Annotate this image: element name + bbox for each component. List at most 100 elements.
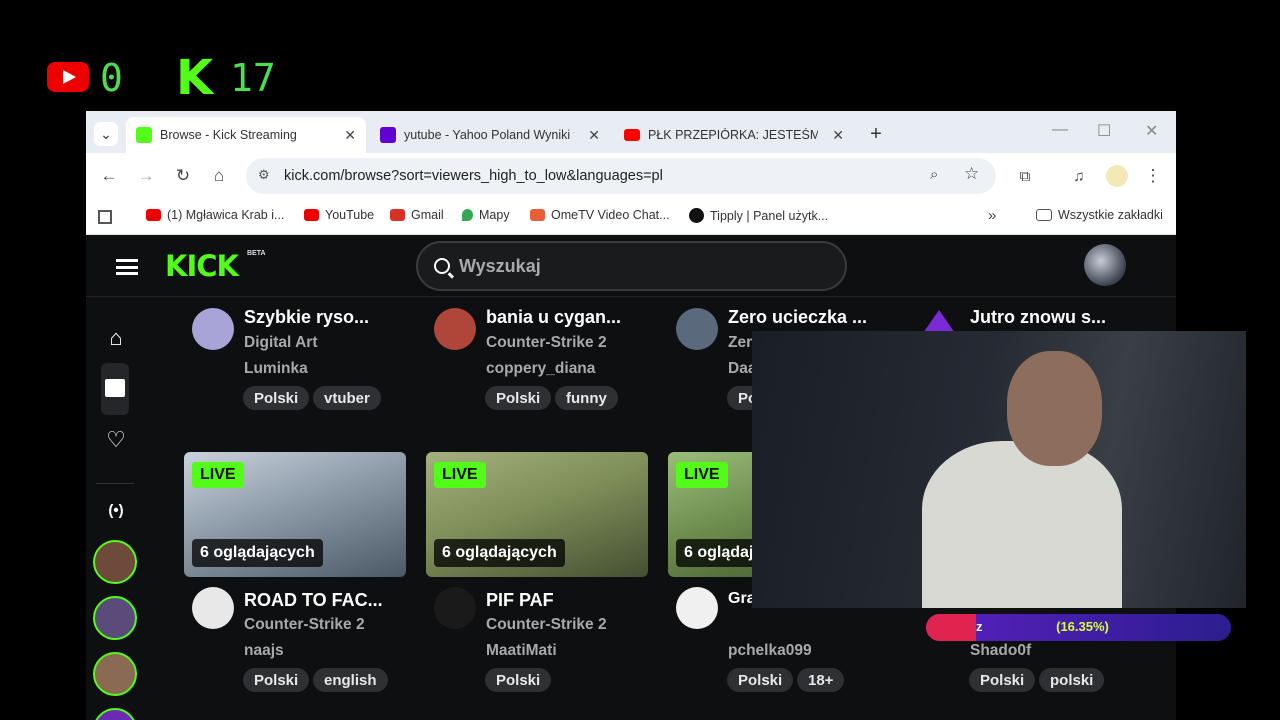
bookmark-star-icon[interactable]: ☆ — [964, 164, 979, 184]
followed-channel-avatar[interactable] — [93, 708, 137, 720]
stream-category[interactable]: Counter-Strike 2 — [244, 616, 365, 634]
stream-category[interactable]: Zer — [728, 334, 752, 352]
apps-grid-icon[interactable] — [98, 210, 112, 224]
search-icon — [434, 258, 450, 274]
zoom-icon[interactable]: ⌕ — [930, 166, 938, 183]
followed-channel-avatar[interactable] — [93, 652, 137, 696]
close-tab-icon[interactable]: ✕ — [344, 127, 356, 144]
hamburger-menu-icon[interactable] — [116, 259, 138, 275]
tag-chip[interactable]: Polski — [727, 668, 794, 692]
channel-name[interactable]: coppery_diana — [486, 360, 595, 378]
maps-icon — [462, 209, 473, 221]
stream-category[interactable]: Counter-Strike 2 — [486, 616, 607, 634]
tag-chip[interactable]: Polski — [485, 386, 552, 410]
sidebar-item-browse[interactable] — [101, 363, 129, 415]
bookmark-item[interactable]: Tipply | Panel użytk... — [689, 208, 828, 223]
tag-chip[interactable]: Polski — [243, 386, 310, 410]
stream-title[interactable]: Zero ucieczka ... — [728, 307, 867, 328]
kick-logo-icon: K — [176, 50, 213, 106]
user-avatar[interactable] — [1084, 244, 1126, 286]
reload-button[interactable]: ↻ — [170, 163, 196, 189]
donation-goal-bar: z (16.35%) — [926, 614, 1231, 641]
browse-icon — [105, 379, 125, 397]
kick-header: KICK BETA Wyszukaj — [86, 235, 1176, 297]
channel-avatar[interactable] — [434, 587, 476, 629]
stream-category[interactable]: Counter-Strike 2 — [486, 334, 607, 352]
channel-name[interactable]: Shado0f — [970, 642, 1031, 660]
channel-avatar[interactable] — [676, 308, 718, 350]
stream-title[interactable]: PIF PAF — [486, 590, 554, 611]
followed-channel-avatar[interactable] — [93, 596, 137, 640]
profile-icon[interactable] — [1106, 165, 1128, 187]
live-broadcast-icon[interactable]: (•) — [103, 497, 129, 523]
heart-icon[interactable]: ♡ — [103, 427, 129, 453]
bookmark-item[interactable]: OmeTV Video Chat... — [530, 208, 670, 222]
site-info-icon[interactable]: ⚙ — [258, 167, 270, 183]
tag-chip[interactable]: english — [313, 668, 388, 692]
bookmark-item[interactable]: Mapy — [462, 208, 510, 222]
kick-logo[interactable]: KICK — [165, 249, 239, 283]
all-bookmarks-folder[interactable]: Wszystkie zakładki — [1036, 208, 1163, 222]
tab-yahoo-search[interactable]: yutube - Yahoo Poland Wyniki wyszukiwani… — [370, 117, 610, 153]
channel-name[interactable]: MaatiMati — [486, 642, 557, 660]
folder-icon — [1036, 209, 1052, 221]
tag-chip[interactable]: Polski — [485, 668, 552, 692]
webcam-person-body — [922, 441, 1122, 608]
bookmark-item[interactable]: (1) Mgławica Krab i... — [146, 208, 284, 222]
channel-name[interactable]: naajs — [244, 642, 284, 660]
followed-channel-avatar[interactable] — [93, 540, 137, 584]
sidebar-divider — [96, 483, 134, 484]
youtube-favicon-icon — [146, 209, 161, 221]
minimize-button[interactable]: — — [1052, 121, 1068, 139]
donation-goal-fill — [926, 614, 976, 641]
tag-chip[interactable]: vtuber — [313, 386, 381, 410]
stream-title[interactable]: bania u cygan... — [486, 307, 621, 328]
channel-avatar[interactable] — [192, 308, 234, 350]
stream-thumbnail[interactable]: LIVE 6 oglądających — [184, 452, 406, 577]
media-control-icon[interactable]: ♫ — [1066, 163, 1092, 189]
viewer-count: 6 oglądających — [192, 539, 323, 567]
tab-kick-browse[interactable]: Browse - Kick Streaming ✕ — [126, 117, 366, 153]
stream-title[interactable]: ROAD TO FAC... — [244, 590, 383, 611]
bookmark-item[interactable]: Gmail — [390, 208, 444, 222]
viewer-count: 6 oglądających — [434, 539, 565, 567]
tab-title: PŁK PRZEPIÓRKA: JESTEŚMY W — [648, 128, 818, 142]
address-bar[interactable]: ⚙ kick.com/browse?sort=viewers_high_to_l… — [246, 158, 996, 194]
maximize-button[interactable]: ☐ — [1097, 121, 1111, 141]
back-button[interactable]: ← — [96, 163, 122, 189]
kick-favicon-icon — [136, 127, 152, 143]
close-window-button[interactable]: ✕ — [1145, 121, 1158, 141]
stream-category[interactable]: Digital Art — [244, 334, 317, 352]
search-input[interactable]: Wyszukaj — [416, 241, 847, 291]
stream-title[interactable]: Jutro znowu s... — [970, 307, 1106, 328]
tag-chip[interactable]: polski — [1039, 668, 1105, 692]
live-badge: LIVE — [676, 462, 728, 488]
tab-youtube-video[interactable]: PŁK PRZEPIÓRKA: JESTEŚMY W ✕ — [614, 117, 854, 153]
channel-avatar[interactable] — [676, 587, 718, 629]
home-button[interactable]: ⌂ — [206, 163, 232, 189]
close-tab-icon[interactable]: ✕ — [832, 127, 844, 144]
channel-name[interactable]: Luminka — [244, 360, 308, 378]
home-icon[interactable]: ⌂ — [103, 325, 129, 351]
menu-kebab-icon[interactable]: ⋮ — [1140, 163, 1166, 189]
channel-avatar[interactable] — [434, 308, 476, 350]
tab-search-button[interactable]: ⌄ — [94, 122, 118, 146]
tag-chip[interactable]: 18+ — [797, 668, 845, 692]
new-tab-button[interactable]: + — [864, 122, 888, 146]
tag-chip[interactable]: Polski — [969, 668, 1036, 692]
stream-title[interactable]: Szybkie ryso... — [244, 307, 369, 328]
beta-badge: BETA — [247, 250, 266, 257]
ometv-icon — [530, 209, 545, 221]
channel-avatar[interactable] — [192, 587, 234, 629]
close-tab-icon[interactable]: ✕ — [588, 127, 600, 144]
yahoo-favicon-icon — [380, 127, 396, 143]
channel-name[interactable]: pchelka099 — [728, 642, 812, 660]
forward-button[interactable]: → — [133, 163, 159, 189]
more-bookmarks-icon[interactable]: » — [988, 207, 996, 224]
bookmark-item[interactable]: YouTube — [304, 208, 374, 222]
bookmarks-bar: (1) Mgławica Krab i... YouTube Gmail Map… — [86, 199, 1176, 235]
stream-thumbnail[interactable]: LIVE 6 oglądających — [426, 452, 648, 577]
extensions-icon[interactable]: ⧉ — [1012, 163, 1038, 189]
tag-chip[interactable]: funny — [555, 386, 618, 410]
tag-chip[interactable]: Polski — [243, 668, 310, 692]
